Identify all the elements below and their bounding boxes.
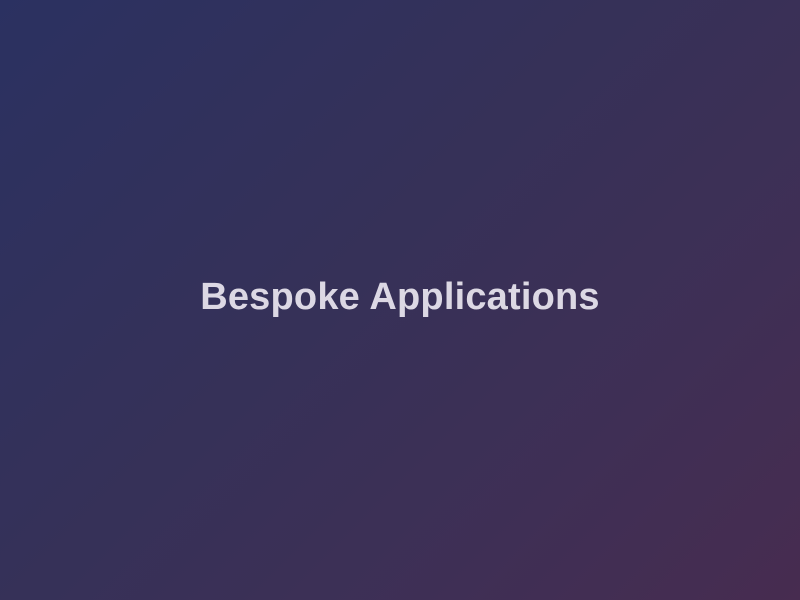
splash-screen: Bespoke Applications <box>0 0 800 600</box>
splash-title: Bespoke Applications <box>200 275 600 318</box>
